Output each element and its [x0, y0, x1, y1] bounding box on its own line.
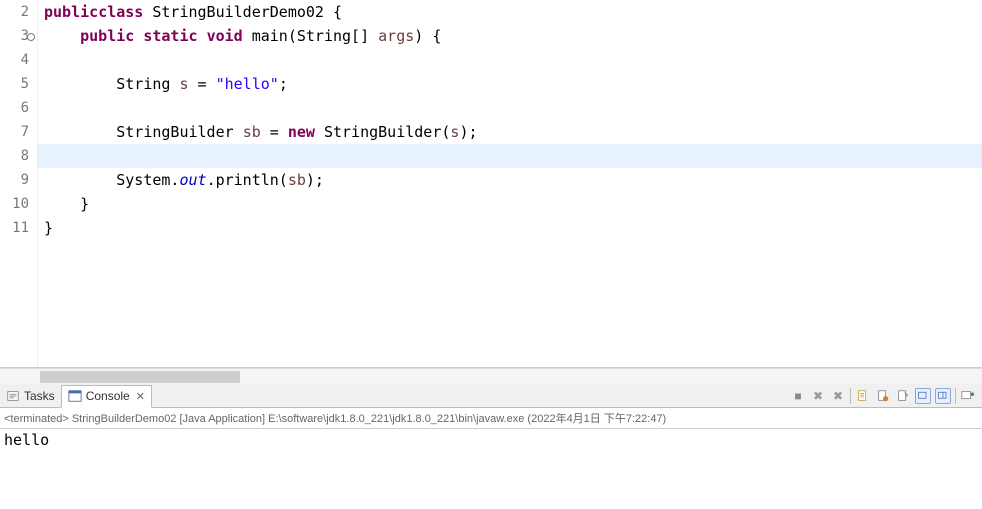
terminate-icon[interactable]: ■ — [790, 388, 806, 404]
line-number: 11 — [0, 216, 29, 240]
code-line[interactable]: System.out.println(sb); — [38, 168, 982, 192]
console-toolbar: ■ ✖ ✖ — [790, 388, 982, 404]
horizontal-scrollbar[interactable] — [0, 368, 982, 384]
code-line[interactable]: public static void main(String[] args) { — [38, 24, 982, 48]
tab-tasks-label: Tasks — [24, 389, 55, 403]
clear-console-icon[interactable] — [855, 388, 871, 404]
line-number: 10 — [0, 192, 29, 216]
code-line[interactable]: StringBuilder sb = new StringBuilder(s); — [38, 120, 982, 144]
tab-console[interactable]: Console ✕ — [61, 385, 152, 408]
console-output[interactable]: hello — [0, 429, 982, 509]
tab-console-label: Console — [86, 389, 130, 403]
code-line[interactable] — [38, 96, 982, 120]
close-icon[interactable]: ✕ — [134, 390, 145, 403]
bottom-tabs-bar: Tasks Console ✕ ■ ✖ ✖ — [0, 384, 982, 408]
line-number: 5 — [0, 72, 29, 96]
line-number-gutter: 234567891011 — [0, 0, 38, 367]
line-number: 9 — [0, 168, 29, 192]
code-line[interactable]: } — [38, 216, 982, 240]
open-console-icon[interactable] — [935, 388, 951, 404]
console-icon — [68, 389, 82, 403]
code-line[interactable]: publicclass StringBuilderDemo02 { — [38, 0, 982, 24]
code-line[interactable] — [38, 48, 982, 72]
pin-console-icon[interactable] — [895, 388, 911, 404]
code-content[interactable]: publicclass StringBuilderDemo02 { public… — [38, 0, 982, 367]
code-line[interactable]: String s = "hello"; — [38, 72, 982, 96]
remove-launch-icon[interactable]: ✖ — [810, 388, 826, 404]
console-status-line: <terminated> StringBuilderDemo02 [Java A… — [0, 408, 982, 429]
line-number: 7 — [0, 120, 29, 144]
line-number: 6 — [0, 96, 29, 120]
line-number: 2 — [0, 0, 29, 24]
line-number: 8 — [0, 144, 29, 168]
remove-all-icon[interactable]: ✖ — [830, 388, 846, 404]
new-console-icon[interactable] — [960, 388, 976, 404]
scroll-lock-icon[interactable] — [875, 388, 891, 404]
code-line[interactable]: } — [38, 192, 982, 216]
tasks-icon — [6, 389, 20, 403]
code-line[interactable] — [38, 144, 982, 168]
tab-tasks[interactable]: Tasks — [0, 384, 61, 407]
line-number: 4 — [0, 48, 29, 72]
scrollbar-thumb[interactable] — [40, 371, 240, 383]
line-number: 3 — [0, 24, 29, 48]
display-selected-icon[interactable] — [915, 388, 931, 404]
code-editor[interactable]: 234567891011 publicclass StringBuilderDe… — [0, 0, 982, 368]
